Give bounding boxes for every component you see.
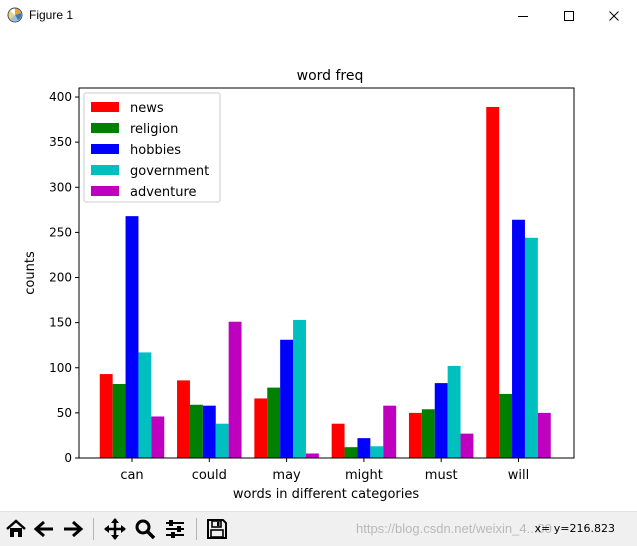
x-tick-label: will <box>508 468 529 483</box>
back-button[interactable] <box>31 516 57 542</box>
bar-religion-could <box>189 404 203 458</box>
bar-news-must <box>408 412 422 458</box>
legend-label-adventure: adventure <box>130 185 197 200</box>
toolbar-separator <box>196 518 197 540</box>
minimize-button[interactable] <box>500 0 546 32</box>
bar-hobbies-can <box>125 216 139 458</box>
bar-adventure-will <box>537 412 551 458</box>
matplotlib-app-icon <box>7 7 23 23</box>
window-title: Figure 1 <box>29 8 74 22</box>
cursor-coordinates: x= y=216.823 <box>534 522 615 535</box>
y-tick-label: 200 <box>49 271 72 285</box>
y-tick-label: 150 <box>49 316 72 330</box>
chart-title: word freq <box>297 68 364 84</box>
forward-arrow-icon <box>64 520 84 538</box>
configure-subplots-button[interactable] <box>162 516 188 542</box>
close-icon <box>609 11 619 21</box>
bar-news-may <box>254 398 268 458</box>
bar-government-might <box>370 446 384 458</box>
close-button[interactable] <box>591 0 637 32</box>
bar-news-could <box>177 380 190 458</box>
y-axis-label: counts <box>23 251 38 295</box>
legend-swatch-hobbies <box>91 144 119 154</box>
bar-government-can <box>138 352 152 458</box>
legend-swatch-religion <box>91 123 119 133</box>
home-icon <box>6 519 26 537</box>
forward-button[interactable] <box>60 516 86 542</box>
figure-canvas[interactable]: word freq 0 50 100 150 200 250 300 350 400 can co… <box>0 32 637 511</box>
legend-label-religion: religion <box>130 122 178 137</box>
save-icon <box>207 519 227 539</box>
bar-hobbies-may <box>280 339 294 458</box>
legend-swatch-government <box>91 165 119 175</box>
x-tick-label: might <box>345 468 383 483</box>
watermark-text: https://blog.csdn.net/weixin_4...00 <box>356 521 552 536</box>
bar-hobbies-must <box>434 383 448 458</box>
legend-swatch-news <box>91 102 119 112</box>
bar-hobbies-will <box>512 219 525 458</box>
bar-religion-will <box>499 393 513 458</box>
bar-religion-can <box>112 384 126 458</box>
bar-news-will <box>486 106 500 458</box>
bar-religion-must <box>421 409 435 458</box>
maximize-icon <box>564 11 574 21</box>
y-tick-label: 300 <box>49 180 72 194</box>
x-tick-label: could <box>192 468 227 483</box>
y-tick-label: 0 <box>64 451 72 465</box>
pan-icon <box>104 518 126 540</box>
zoom-button[interactable] <box>132 516 158 542</box>
bar-news-might <box>331 423 345 458</box>
maximize-button[interactable] <box>546 0 592 32</box>
legend-label-hobbies: hobbies <box>130 143 181 158</box>
y-tick-label: 350 <box>49 135 72 149</box>
minimize-icon <box>518 16 528 17</box>
bar-adventure-might <box>383 405 397 458</box>
y-tick-label: 250 <box>49 225 72 239</box>
pan-button[interactable] <box>102 516 128 542</box>
bar-adventure-can <box>151 416 165 458</box>
x-tick-label: may <box>272 468 301 483</box>
x-tick-label: must <box>425 468 458 483</box>
window-titlebar: Figure 1 <box>0 0 637 32</box>
bar-chart: word freq 0 50 100 150 200 250 300 350 400 can co… <box>23 68 575 502</box>
legend-label-news: news <box>130 101 164 116</box>
y-tick-label: 50 <box>57 406 72 420</box>
bar-religion-may <box>267 387 281 458</box>
bar-adventure-must <box>460 433 474 458</box>
x-tick-label: can <box>120 468 143 483</box>
y-tick-label: 400 <box>49 90 72 104</box>
bar-hobbies-might <box>357 438 371 458</box>
navigation-toolbar: https://blog.csdn.net/weixin_4...00 x= y… <box>0 511 637 546</box>
home-button[interactable] <box>3 516 29 542</box>
bar-hobbies-could <box>202 405 216 458</box>
zoom-icon <box>135 519 156 540</box>
back-arrow-icon <box>33 520 53 538</box>
bar-adventure-may <box>305 453 319 458</box>
legend-swatch-adventure <box>91 186 119 196</box>
bar-government-could <box>215 423 229 458</box>
legend: news religion hobbies government adventure <box>83 92 221 203</box>
bar-government-may <box>293 319 306 458</box>
legend-label-government: government <box>130 164 209 179</box>
bar-government-must <box>447 365 461 458</box>
configure-subplots-icon <box>166 520 184 538</box>
save-button[interactable] <box>204 516 230 542</box>
bar-government-will <box>524 237 538 458</box>
y-tick-label: 100 <box>49 361 72 375</box>
bar-adventure-could <box>228 321 242 458</box>
toolbar-separator <box>93 518 94 540</box>
bar-religion-might <box>344 447 358 458</box>
x-axis-label: words in different categories <box>233 487 420 502</box>
bar-news-can <box>99 374 113 458</box>
